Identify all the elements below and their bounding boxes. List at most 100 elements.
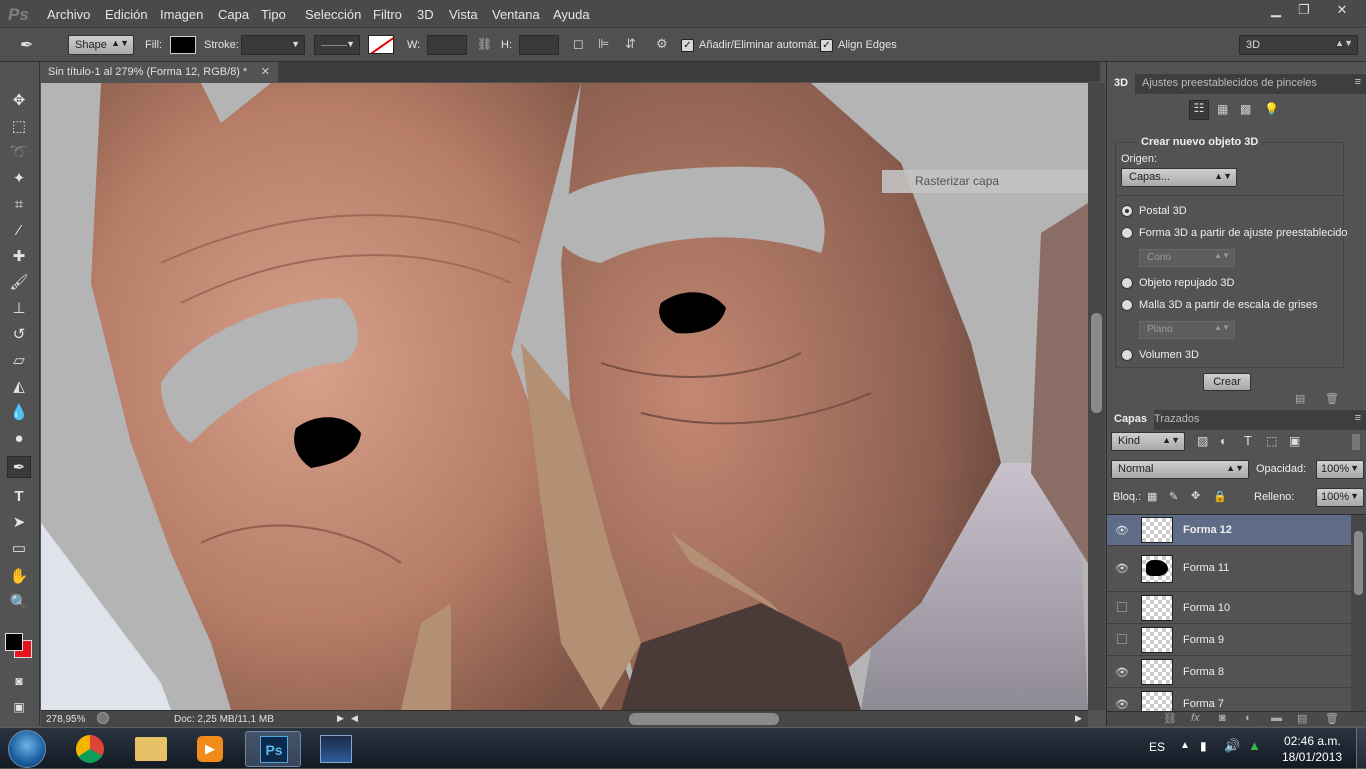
status-info-icon[interactable] [97, 712, 109, 724]
layers-scrollbar[interactable] [1351, 515, 1366, 711]
fill-input[interactable]: 100% ▼ [1316, 488, 1364, 507]
radio-grayscale-mesh[interactable] [1121, 299, 1133, 311]
eye-icon[interactable]: 👁 [1115, 524, 1129, 537]
blur-tool-icon[interactable]: 💧 [7, 402, 31, 424]
layer-row[interactable]: Forma 10 [1107, 592, 1351, 624]
scroll-left-icon[interactable]: ◀ [351, 713, 358, 724]
tab-3d[interactable]: 3D [1107, 74, 1136, 94]
marquee-tool-icon[interactable]: ⬚ [7, 116, 31, 138]
menu-archivo[interactable]: Archivo [47, 7, 90, 22]
link-icon[interactable]: ⛓ [477, 37, 492, 51]
zoom-level[interactable]: 278,95% [46, 714, 85, 725]
lasso-tool-icon[interactable]: ➰ [7, 142, 31, 164]
lock-pixels-icon[interactable]: ✎ [1169, 490, 1178, 503]
adjustment-layer-icon[interactable]: ◐ [1245, 712, 1252, 724]
network-icon[interactable]: ▮ [1200, 739, 1207, 753]
drive-sync-icon[interactable]: ▲ [1248, 738, 1261, 753]
height-input[interactable] [519, 35, 559, 55]
path-operations-icon[interactable]: ◻ [573, 36, 584, 52]
taskbar-media-player[interactable]: ▶ [183, 731, 239, 767]
fx-icon[interactable]: fx [1191, 712, 1200, 724]
vertical-scrollbar-thumb[interactable] [1091, 313, 1102, 413]
layers-scrollbar-thumb[interactable] [1354, 531, 1363, 595]
width-input[interactable] [427, 35, 467, 55]
pixel-filter-icon[interactable]: ▨ [1197, 434, 1208, 448]
path-selection-tool-icon[interactable]: ➤ [7, 512, 31, 534]
menu-imagen[interactable]: Imagen [160, 7, 203, 22]
volume-icon[interactable]: 🔊 [1224, 738, 1240, 754]
show-hidden-icons[interactable]: ▲ [1180, 740, 1190, 751]
type-filter-icon[interactable]: T [1244, 433, 1252, 448]
eye-icon[interactable]: 👁 [1115, 666, 1129, 679]
quick-mask-icon[interactable]: ◙ [7, 670, 31, 692]
shape-filter-icon[interactable]: ⬚ [1266, 434, 1277, 448]
paint-bucket-tool-icon[interactable]: ◭ [7, 376, 31, 398]
taskbar-image-viewer[interactable] [308, 731, 364, 767]
layer-row[interactable]: 👁 Forma 7 [1107, 688, 1351, 711]
tool-mode-dropdown[interactable]: Shape ▲▼ [68, 35, 134, 55]
document-canvas[interactable]: Rasterizar capa [41, 83, 1088, 710]
new-layer-icon[interactable]: ▤ [1297, 712, 1307, 725]
dodge-tool-icon[interactable]: ● [7, 428, 31, 450]
grayscale-mesh-dropdown[interactable]: Plano ▲▼ [1139, 321, 1235, 339]
document-tab[interactable]: Sin título-1 al 279% (Forma 12, RGB/8) *… [40, 62, 278, 83]
hand-tool-icon[interactable]: ✋ [7, 566, 31, 588]
tab-brush-presets[interactable]: Ajustes preestablecidos de pinceles [1135, 74, 1324, 94]
stroke-type-dropdown[interactable]: ▼ [314, 35, 360, 55]
mesh-filter-icon[interactable]: ▦ [1217, 102, 1228, 116]
layer-row[interactable]: 👁 Forma 11 [1107, 546, 1351, 592]
menu-seleccion[interactable]: Selección [305, 7, 361, 22]
healing-brush-tool-icon[interactable]: ✚ [7, 246, 31, 268]
radio-preset-shape-3d[interactable] [1121, 227, 1133, 239]
menu-ventana[interactable]: Ventana [492, 7, 540, 22]
menu-edicion[interactable]: Edición [105, 7, 148, 22]
foreground-color-swatch[interactable] [5, 633, 23, 651]
rectangle-tool-icon[interactable]: ▭ [7, 538, 31, 560]
pen-tool-icon[interactable]: ✒ [20, 35, 33, 55]
radio-postcard-3d[interactable] [1121, 205, 1133, 217]
tab-paths[interactable]: Trazados [1147, 410, 1206, 430]
zoom-tool-icon[interactable]: 🔍 [7, 592, 31, 614]
show-desktop-button[interactable] [1356, 728, 1366, 769]
new-item-icon[interactable]: ▤ [1295, 392, 1305, 405]
brush-tool-icon[interactable]: 🖌 [7, 272, 31, 294]
menu-capa[interactable]: Capa [218, 7, 249, 22]
origin-dropdown[interactable]: Capas... ▲▼ [1121, 168, 1237, 187]
link-layers-icon[interactable]: ⛓ [1163, 712, 1177, 725]
lock-all-icon[interactable]: 🔒 [1213, 490, 1227, 503]
scroll-right-icon[interactable]: ▶ [1075, 713, 1082, 724]
taskbar-photoshop[interactable]: Ps [245, 731, 301, 767]
start-button[interactable] [8, 730, 46, 768]
opacity-input[interactable]: 100% ▼ [1316, 460, 1364, 479]
clock-date[interactable]: 18/01/2013 [1282, 750, 1342, 764]
vertical-scrollbar[interactable] [1088, 83, 1105, 710]
panel-menu-icon[interactable]: ≡ [1355, 76, 1361, 88]
auto-add-delete-checkbox[interactable]: ✓ [681, 39, 694, 52]
screen-mode-icon[interactable]: ▣ [7, 696, 31, 718]
menu-ayuda[interactable]: Ayuda [553, 7, 590, 22]
horizontal-scrollbar-thumb[interactable] [629, 713, 779, 725]
hidden-eye-icon[interactable] [1117, 602, 1127, 612]
stroke-color-swatch[interactable] [368, 35, 394, 54]
close-tab-icon[interactable]: ✕ [261, 65, 270, 78]
layers-panel-menu-icon[interactable]: ≡ [1355, 412, 1361, 424]
pen-tool-icon[interactable]: ✒ [7, 456, 31, 478]
create-button[interactable]: Crear [1203, 373, 1251, 391]
clock-time[interactable]: 02:46 a.m. [1284, 734, 1341, 748]
preset-shape-dropdown[interactable]: Cono ▲▼ [1139, 249, 1235, 267]
stroke-width-field[interactable]: ▼ [241, 35, 305, 55]
layer-row[interactable]: Forma 9 [1107, 624, 1351, 656]
align-edges-checkbox[interactable]: ✓ [820, 39, 833, 52]
fill-swatch[interactable] [170, 36, 196, 54]
lock-position-icon[interactable]: ✥ [1191, 489, 1200, 502]
layer-mask-icon[interactable]: ◙ [1219, 712, 1226, 724]
path-alignment-icon[interactable]: ⊫ [598, 36, 609, 52]
magic-wand-tool-icon[interactable]: ✦ [7, 168, 31, 190]
adjustment-filter-icon[interactable]: ◐ [1220, 434, 1227, 448]
light-filter-icon[interactable]: 💡 [1264, 102, 1279, 116]
radio-extrusion-3d[interactable] [1121, 277, 1133, 289]
move-tool-icon[interactable]: ✥ [7, 90, 31, 112]
smart-object-filter-icon[interactable]: ▣ [1289, 434, 1300, 448]
layer-row[interactable]: 👁 Forma 12 [1107, 515, 1351, 546]
new-group-icon[interactable]: ▬ [1271, 712, 1282, 724]
